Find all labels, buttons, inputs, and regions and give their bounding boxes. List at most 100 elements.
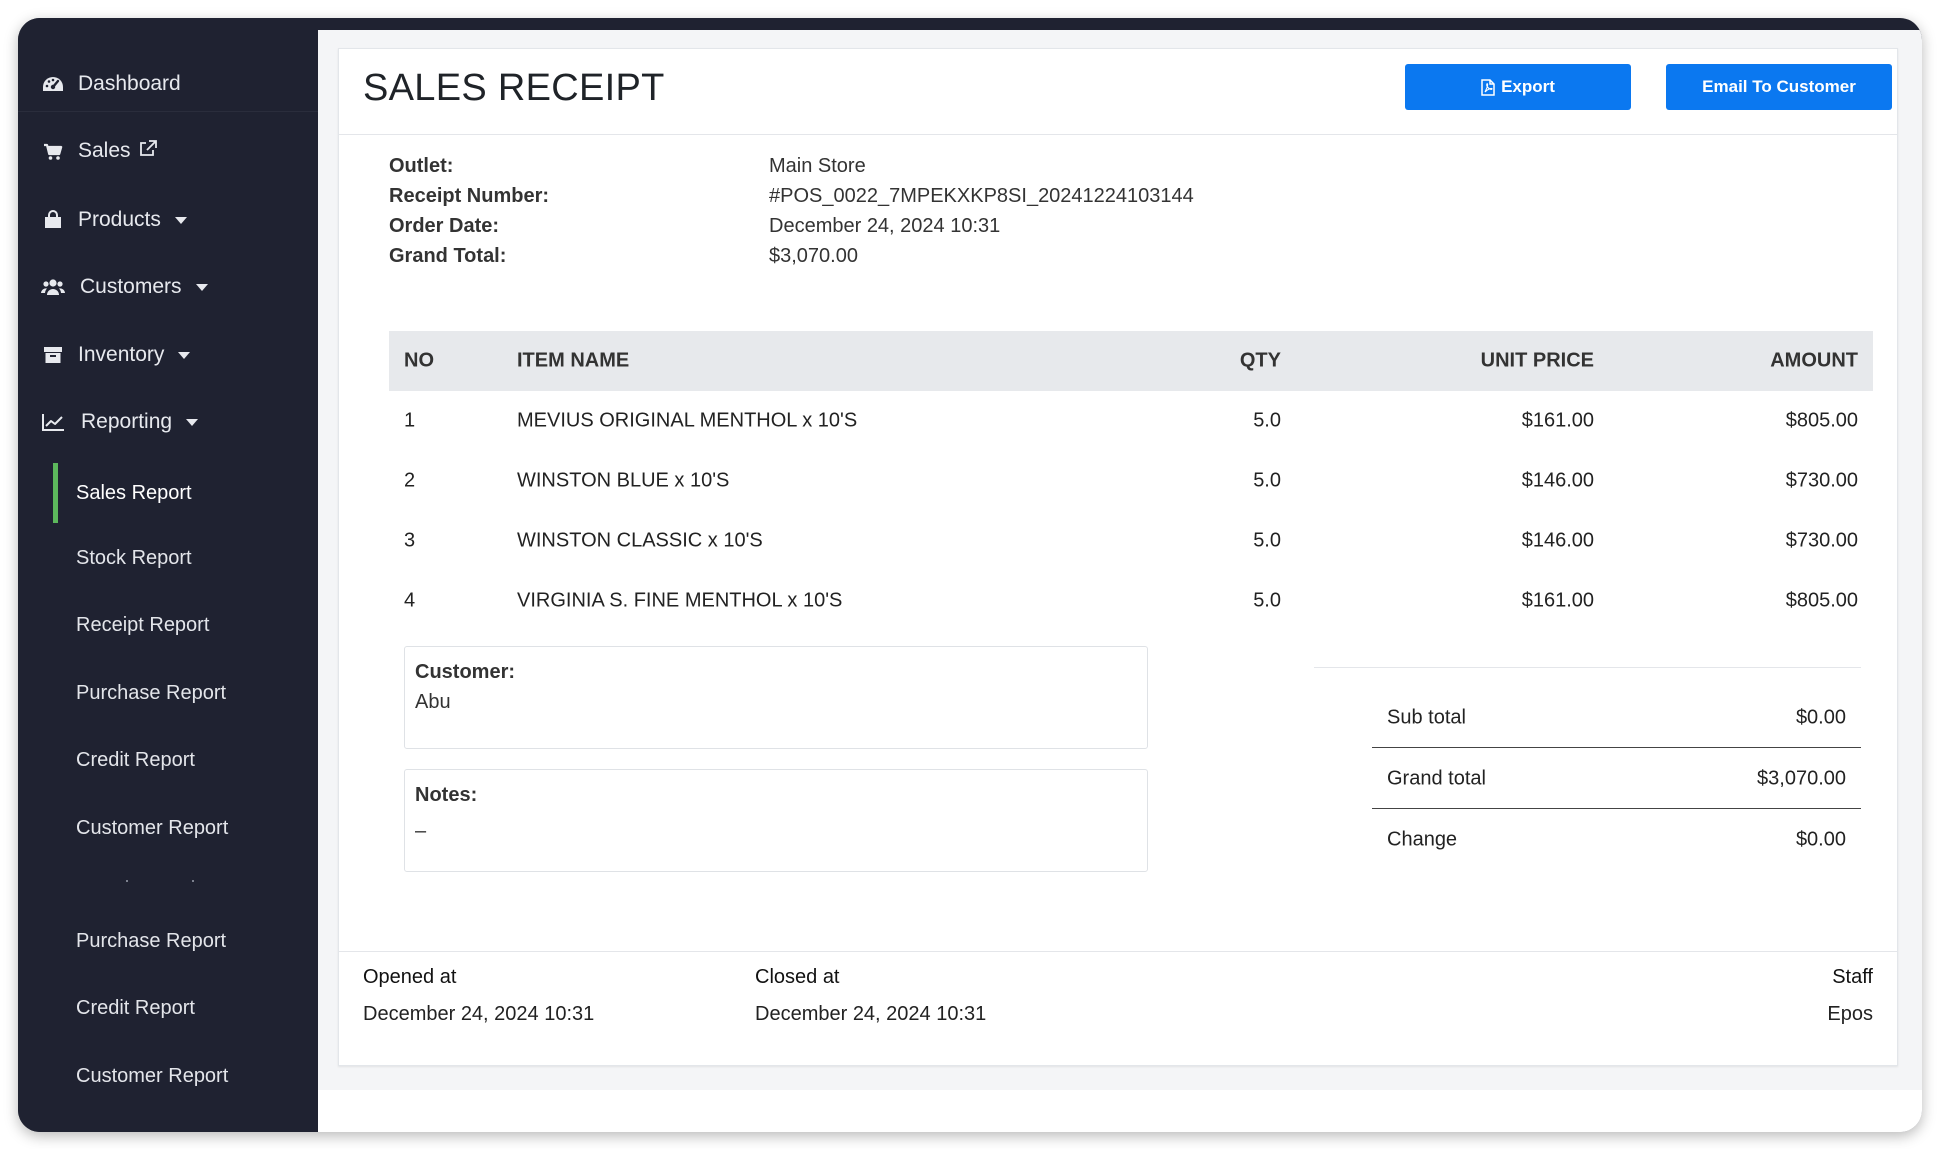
cell-unit-price: $146.00 xyxy=(1521,529,1594,552)
sidebar-item-label: Credit Report xyxy=(76,748,195,771)
sidebar-item-label: Receipt Report xyxy=(76,613,210,636)
pdf-file-icon xyxy=(1481,78,1495,96)
sidebar-sub-credit-report[interactable]: Credit Report xyxy=(18,981,318,1035)
sidebar-item-label: Credit Report xyxy=(76,996,195,1019)
cell-qty: 5.0 xyxy=(1253,529,1281,552)
export-label: Export xyxy=(1501,77,1555,96)
sidebar-item-label: Inventory xyxy=(78,343,165,366)
sidebar-item-label: Stock Report xyxy=(76,546,192,569)
receipt-number-value: #POS_0022_7MPEKXKP8SI_20241224103144 xyxy=(769,185,1194,207)
subtotal-value: $0.00 xyxy=(1795,706,1846,728)
opened-at-value: December 24, 2024 10:31 xyxy=(363,1003,595,1025)
users-icon xyxy=(40,274,66,300)
main-content: SALES RECEIPT Export Email To Customer O… xyxy=(318,30,1922,1132)
customer-box: Customer: Abu xyxy=(404,646,1148,749)
table-header: NO ITEM NAME QTY UNIT PRICE AMOUNT xyxy=(389,331,1873,391)
sidebar-item-products[interactable]: Products xyxy=(18,192,318,248)
notes-box: Notes: – xyxy=(404,769,1148,872)
change-label: Change xyxy=(1387,828,1458,851)
cell-no: 1 xyxy=(404,409,416,432)
sidebar-item-label: Customer Report xyxy=(76,1064,229,1087)
sidebar-item-sales[interactable]: Sales xyxy=(18,124,318,180)
col-item-name-header: ITEM NAME xyxy=(517,349,630,372)
bag-icon xyxy=(40,207,66,233)
email-to-customer-button[interactable]: Email To Customer xyxy=(1666,64,1892,110)
sidebar: Dashboard Sales Products Customers Inven… xyxy=(18,18,318,1132)
opened-at-label: Opened at xyxy=(363,966,457,988)
customer-label: Customer: xyxy=(415,661,516,683)
cart-icon xyxy=(40,139,66,165)
change-value: $0.00 xyxy=(1795,828,1846,851)
cell-amount: $730.00 xyxy=(1785,469,1858,492)
cell-qty: 5.0 xyxy=(1253,589,1281,612)
sidebar-sub-purchase-report[interactable]: Purchase Report xyxy=(18,666,318,720)
grand-total-row: Grand total $3,070.00 xyxy=(1372,749,1861,809)
totals-panel: Sub total $0.00 Grand total $3,070.00 Ch… xyxy=(1314,667,1861,851)
sidebar-item-label: Reporting xyxy=(81,410,173,433)
sidebar-item-dashboard[interactable]: Dashboard xyxy=(18,56,318,112)
grand-total-value: $3,070.00 xyxy=(769,245,858,267)
cell-amount: $805.00 xyxy=(1785,409,1858,432)
truncated-text-artifact xyxy=(88,880,194,890)
sidebar-item-customers[interactable]: Customers xyxy=(18,259,318,315)
table-row: 3 WINSTON CLASSIC x 10'S 5.0 $146.00 $73… xyxy=(389,511,1873,571)
grand-total-label: Grand total xyxy=(1387,767,1486,789)
card-header: SALES RECEIPT Export Email To Customer xyxy=(339,49,1897,135)
sidebar-item-label: Purchase Report xyxy=(76,681,227,704)
col-no-header: NO xyxy=(404,349,434,372)
cell-no: 2 xyxy=(404,469,416,492)
receipt-footer: Opened at December 24, 2024 10:31 Closed… xyxy=(339,951,1897,1067)
staff-value: Epos xyxy=(1827,1003,1873,1025)
sidebar-sub-customer-report[interactable]: Customer Report xyxy=(18,1049,318,1103)
external-link-icon xyxy=(138,139,158,165)
subtotal-label: Sub total xyxy=(1387,706,1466,728)
order-date-label: Order Date: xyxy=(389,215,500,237)
sidebar-item-label: Products xyxy=(78,208,161,231)
col-amount-header: AMOUNT xyxy=(1770,349,1858,372)
sidebar-item-reporting[interactable]: Reporting xyxy=(18,394,318,450)
cell-item-name: MEVIUS ORIGINAL MENTHOL x 10'S xyxy=(517,409,858,432)
sidebar-item-label: Sales xyxy=(78,139,131,162)
receipt-number-label: Receipt Number: xyxy=(389,185,550,207)
cell-item-name: VIRGINIA S. FINE MENTHOL x 10'S xyxy=(517,589,843,612)
grand-total-label: Grand Total: xyxy=(389,245,507,267)
cell-amount: $805.00 xyxy=(1785,589,1858,612)
sidebar-sub-customer-report[interactable]: Customer Report xyxy=(18,801,318,855)
cell-unit-price: $146.00 xyxy=(1521,469,1594,492)
export-button[interactable]: Export xyxy=(1405,64,1631,110)
sidebar-item-inventory[interactable]: Inventory xyxy=(18,327,318,383)
sidebar-item-label: Purchase Report xyxy=(76,929,227,952)
cell-no: 3 xyxy=(404,529,416,552)
chart-line-icon xyxy=(40,409,66,435)
cell-item-name: WINSTON CLASSIC x 10'S xyxy=(517,529,763,552)
order-date-value: December 24, 2024 10:31 xyxy=(769,215,1001,237)
table-row: 4 VIRGINIA S. FINE MENTHOL x 10'S 5.0 $1… xyxy=(389,571,1873,631)
archive-icon xyxy=(40,342,66,368)
sidebar-item-label: Sales Report xyxy=(76,481,192,504)
main-bottom-area xyxy=(318,1090,1922,1132)
caret-down-icon xyxy=(178,351,191,359)
sidebar-sub-sales-report[interactable]: Sales Report xyxy=(18,463,318,523)
cell-qty: 5.0 xyxy=(1253,409,1281,432)
cell-amount: $730.00 xyxy=(1785,529,1858,552)
receipt-card: SALES RECEIPT Export Email To Customer O… xyxy=(338,48,1898,1066)
sidebar-sub-stock-report[interactable]: Stock Report xyxy=(18,531,318,585)
table-row: 2 WINSTON BLUE x 10'S 5.0 $146.00 $730.0… xyxy=(389,451,1873,511)
email-label: Email To Customer xyxy=(1702,77,1856,96)
cell-item-name: WINSTON BLUE x 10'S xyxy=(517,469,730,492)
table-row: 1 MEVIUS ORIGINAL MENTHOL x 10'S 5.0 $16… xyxy=(389,391,1873,451)
sidebar-sub-receipt-report[interactable]: Receipt Report xyxy=(18,598,318,652)
change-row: Change $0.00 xyxy=(1372,810,1861,870)
cell-unit-price: $161.00 xyxy=(1521,589,1594,612)
sidebar-sub-purchase-report[interactable]: Purchase Report xyxy=(18,914,318,968)
items-table: NO ITEM NAME QTY UNIT PRICE AMOUNT 1 MEV… xyxy=(389,331,1873,631)
caret-down-icon xyxy=(195,283,208,291)
closed-at-value: December 24, 2024 10:31 xyxy=(755,1003,987,1025)
page-title: SALES RECEIPT xyxy=(363,67,665,109)
notes-label: Notes: xyxy=(415,784,478,806)
sidebar-sub-credit-report[interactable]: Credit Report xyxy=(18,733,318,787)
closed-at-label: Closed at xyxy=(755,966,840,988)
cell-no: 4 xyxy=(404,589,416,612)
dashboard-icon xyxy=(40,71,66,97)
staff-label: Staff xyxy=(1832,966,1873,988)
